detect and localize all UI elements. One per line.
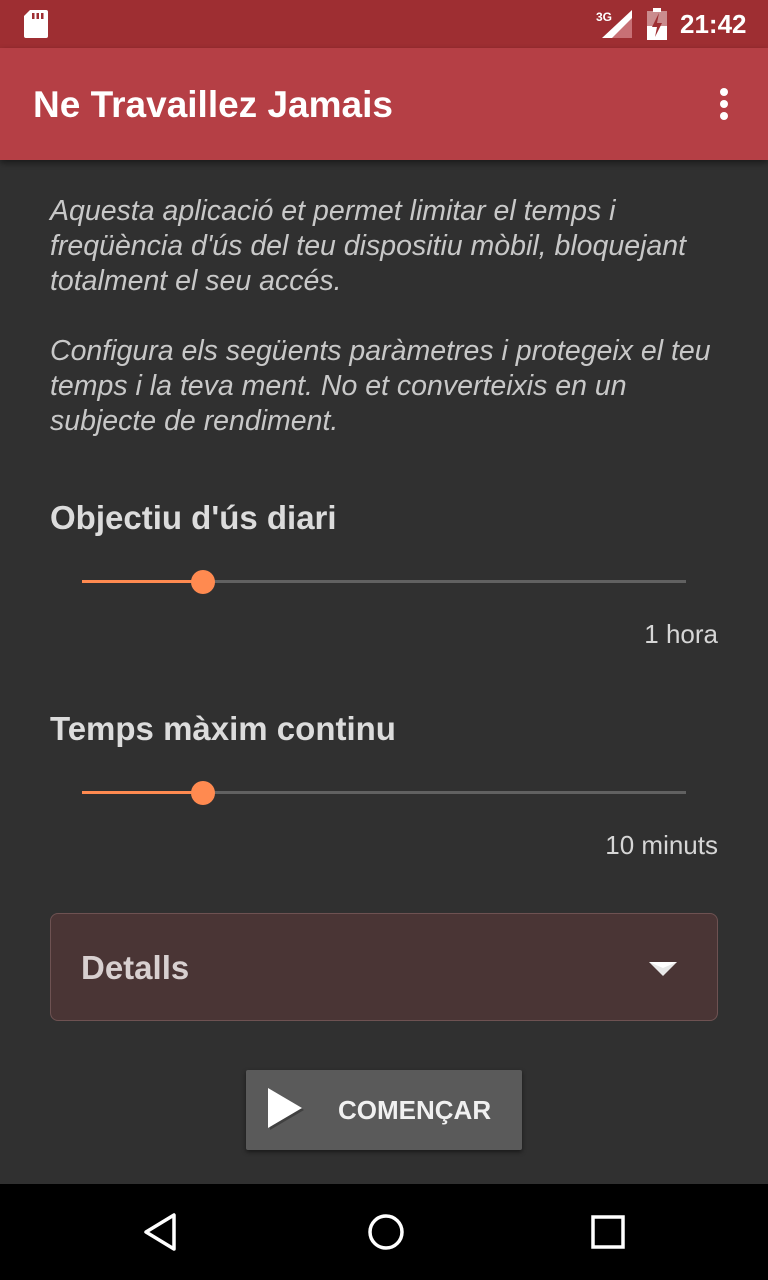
max-continuous-value: 10 minuts: [605, 830, 718, 860]
battery-icon: [647, 8, 667, 40]
slider-thumb[interactable]: [191, 781, 215, 805]
network-label: 3G: [596, 10, 612, 24]
daily-goal-value: 1 hora: [644, 619, 718, 649]
intro-paragraph-2: Configura els següents paràmetres i prot…: [50, 335, 711, 437]
max-continuous-title: Temps màxim continu: [50, 710, 396, 747]
start-button-label: COMENÇAR: [338, 1095, 492, 1125]
play-icon: [268, 1088, 304, 1130]
details-label: Detalls: [81, 949, 190, 986]
main-content: Aquesta aplicació et permet limitar el t…: [0, 160, 768, 1184]
sd-card-icon: [24, 10, 48, 38]
app-bar: Ne Travaillez Jamais: [0, 48, 768, 160]
daily-goal-title: Objectiu d'ús diari: [50, 499, 337, 536]
signal-icon: 3G: [596, 10, 632, 38]
overflow-menu-icon[interactable]: [708, 84, 740, 124]
status-bar: 3G 21:42: [0, 0, 768, 48]
max-continuous-slider[interactable]: [82, 773, 686, 813]
daily-goal-slider[interactable]: [82, 562, 686, 602]
chevron-down-icon: [649, 962, 677, 976]
details-expander[interactable]: Detalls: [50, 913, 718, 1021]
app-title: Ne Travaillez Jamais: [33, 84, 393, 125]
slider-fill: [82, 580, 203, 583]
navigation-bar: [0, 1184, 768, 1280]
start-button[interactable]: COMENÇAR: [246, 1070, 522, 1150]
slider-thumb[interactable]: [191, 570, 215, 594]
recents-icon[interactable]: [588, 1210, 628, 1254]
back-icon[interactable]: [138, 1210, 182, 1254]
status-time: 21:42: [680, 9, 747, 39]
slider-fill: [82, 791, 203, 794]
home-icon[interactable]: [364, 1210, 408, 1254]
intro-paragraph-1: Aquesta aplicació et permet limitar el t…: [50, 195, 687, 297]
